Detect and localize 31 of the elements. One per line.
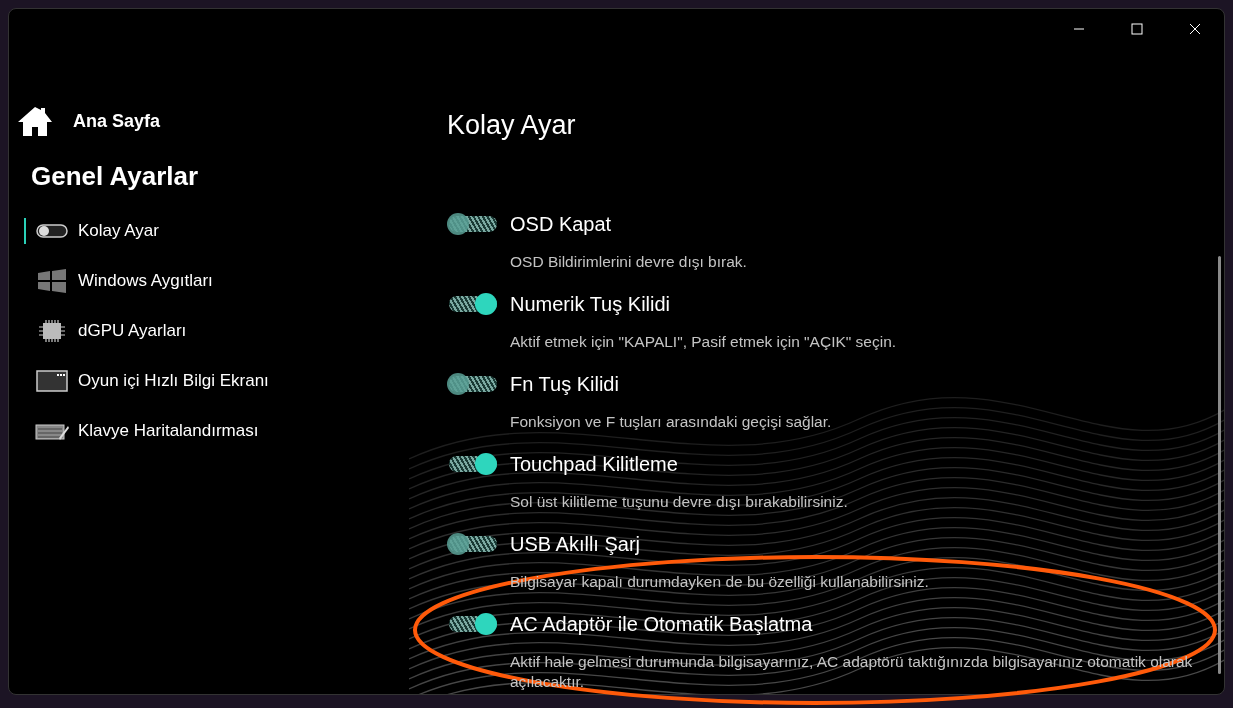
page-title: Kolay Ayar xyxy=(447,109,577,142)
sidebar-item[interactable]: dGPU Ayarları xyxy=(78,318,187,344)
sidebar-item[interactable]: Klavye Haritalandırması xyxy=(78,418,259,444)
setting-title: OSD Kapat xyxy=(510,211,612,237)
home-link[interactable]: Ana Sayfa xyxy=(73,107,161,135)
toggle-switch[interactable] xyxy=(447,611,499,636)
toggle-switch[interactable] xyxy=(447,211,499,236)
toggle-switch[interactable] xyxy=(447,451,499,476)
toggle-switch[interactable] xyxy=(447,291,499,316)
sidebar-item[interactable]: Kolay Ayar xyxy=(78,218,159,244)
close-icon xyxy=(1189,23,1201,35)
setting-description: Aktif etmek için "KAPALI", Pasif etmek için "AÇIK" seçin. xyxy=(510,332,897,350)
sidebar-item[interactable]: Oyun içi Hızlı Bilgi Ekranı xyxy=(78,368,269,394)
screen-icon xyxy=(35,368,69,394)
section-title: Genel Ayarlar xyxy=(31,160,200,193)
setting-title: Touchpad Kilitleme xyxy=(510,451,678,477)
maximize-icon xyxy=(1131,23,1143,35)
windows-logo-icon xyxy=(35,268,69,294)
setting-title: Fn Tuş Kilidi xyxy=(510,371,619,397)
setting-description: Bilgisayar kapalı durumdayken de bu özelliği kullanabilirsiniz. xyxy=(510,572,929,590)
setting-title: USB Akıllı Şarj xyxy=(510,531,641,557)
setting-description: Sol üst kilitleme tuşunu devre dışı bırakabilirsiniz. xyxy=(510,492,848,510)
setting-description: Fonksiyon ve F tuşları arasındaki geçişi sağlar. xyxy=(510,412,832,430)
toggle-switch[interactable] xyxy=(447,531,499,556)
setting-title: Numerik Tuş Kilidi xyxy=(510,291,671,317)
setting-title: AC Adaptör ile Otomatik Başlatma xyxy=(510,611,813,637)
toggle-switch[interactable] xyxy=(447,371,499,396)
home-icon[interactable] xyxy=(17,105,53,137)
scrollbar[interactable] xyxy=(1218,256,1221,674)
sidebar-item[interactable]: Windows Aygıtları xyxy=(78,268,213,294)
setting-description: OSD Bildirimlerini devre dışı bırak. xyxy=(510,252,747,270)
